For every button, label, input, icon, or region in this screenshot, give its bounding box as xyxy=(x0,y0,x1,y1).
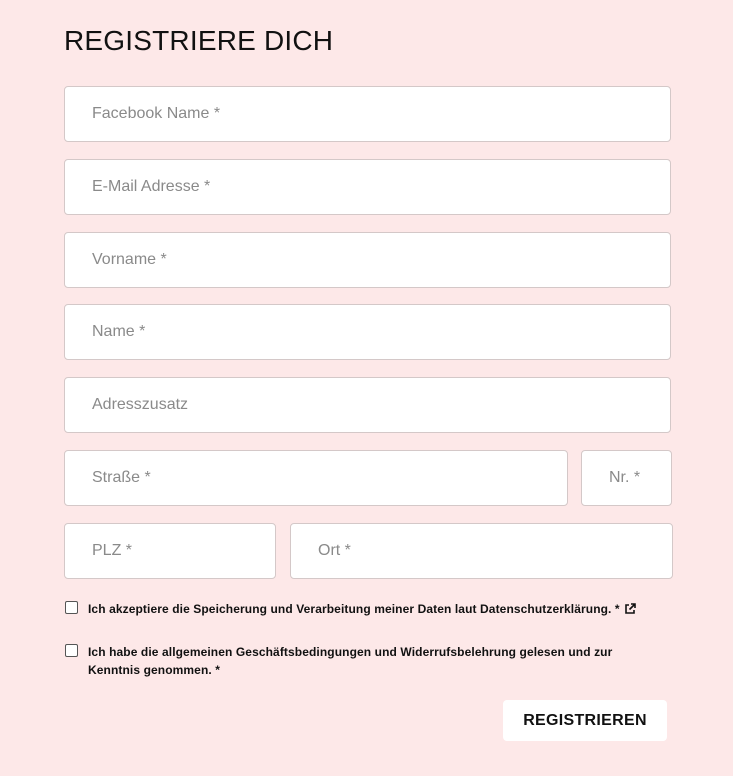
address-addition-field[interactable] xyxy=(64,377,671,433)
privacy-consent-checkbox[interactable] xyxy=(65,601,78,614)
house-number-field[interactable] xyxy=(581,450,672,506)
privacy-consent-text: Ich akzeptiere die Speicherung und Verar… xyxy=(88,602,620,616)
privacy-consent-label: Ich akzeptiere die Speicherung und Verar… xyxy=(88,600,636,620)
zip-field[interactable] xyxy=(64,523,276,579)
city-field[interactable] xyxy=(290,523,673,579)
privacy-consent-row: Ich akzeptiere die Speicherung und Verar… xyxy=(64,600,664,620)
last-name-field[interactable] xyxy=(64,304,671,360)
terms-consent-row: Ich habe die allgemeinen Geschäftsbeding… xyxy=(64,643,664,679)
terms-consent-checkbox[interactable] xyxy=(65,644,78,657)
page-title: REGISTRIERE DICH xyxy=(64,25,334,56)
facebook-name-field[interactable] xyxy=(64,86,671,142)
external-link-icon[interactable] xyxy=(624,602,636,620)
terms-consent-label: Ich habe die allgemeinen Geschäftsbeding… xyxy=(88,645,613,677)
register-button[interactable]: REGISTRIEREN xyxy=(503,700,667,741)
street-field[interactable] xyxy=(64,450,568,506)
first-name-field[interactable] xyxy=(64,232,671,288)
email-field[interactable] xyxy=(64,159,671,215)
